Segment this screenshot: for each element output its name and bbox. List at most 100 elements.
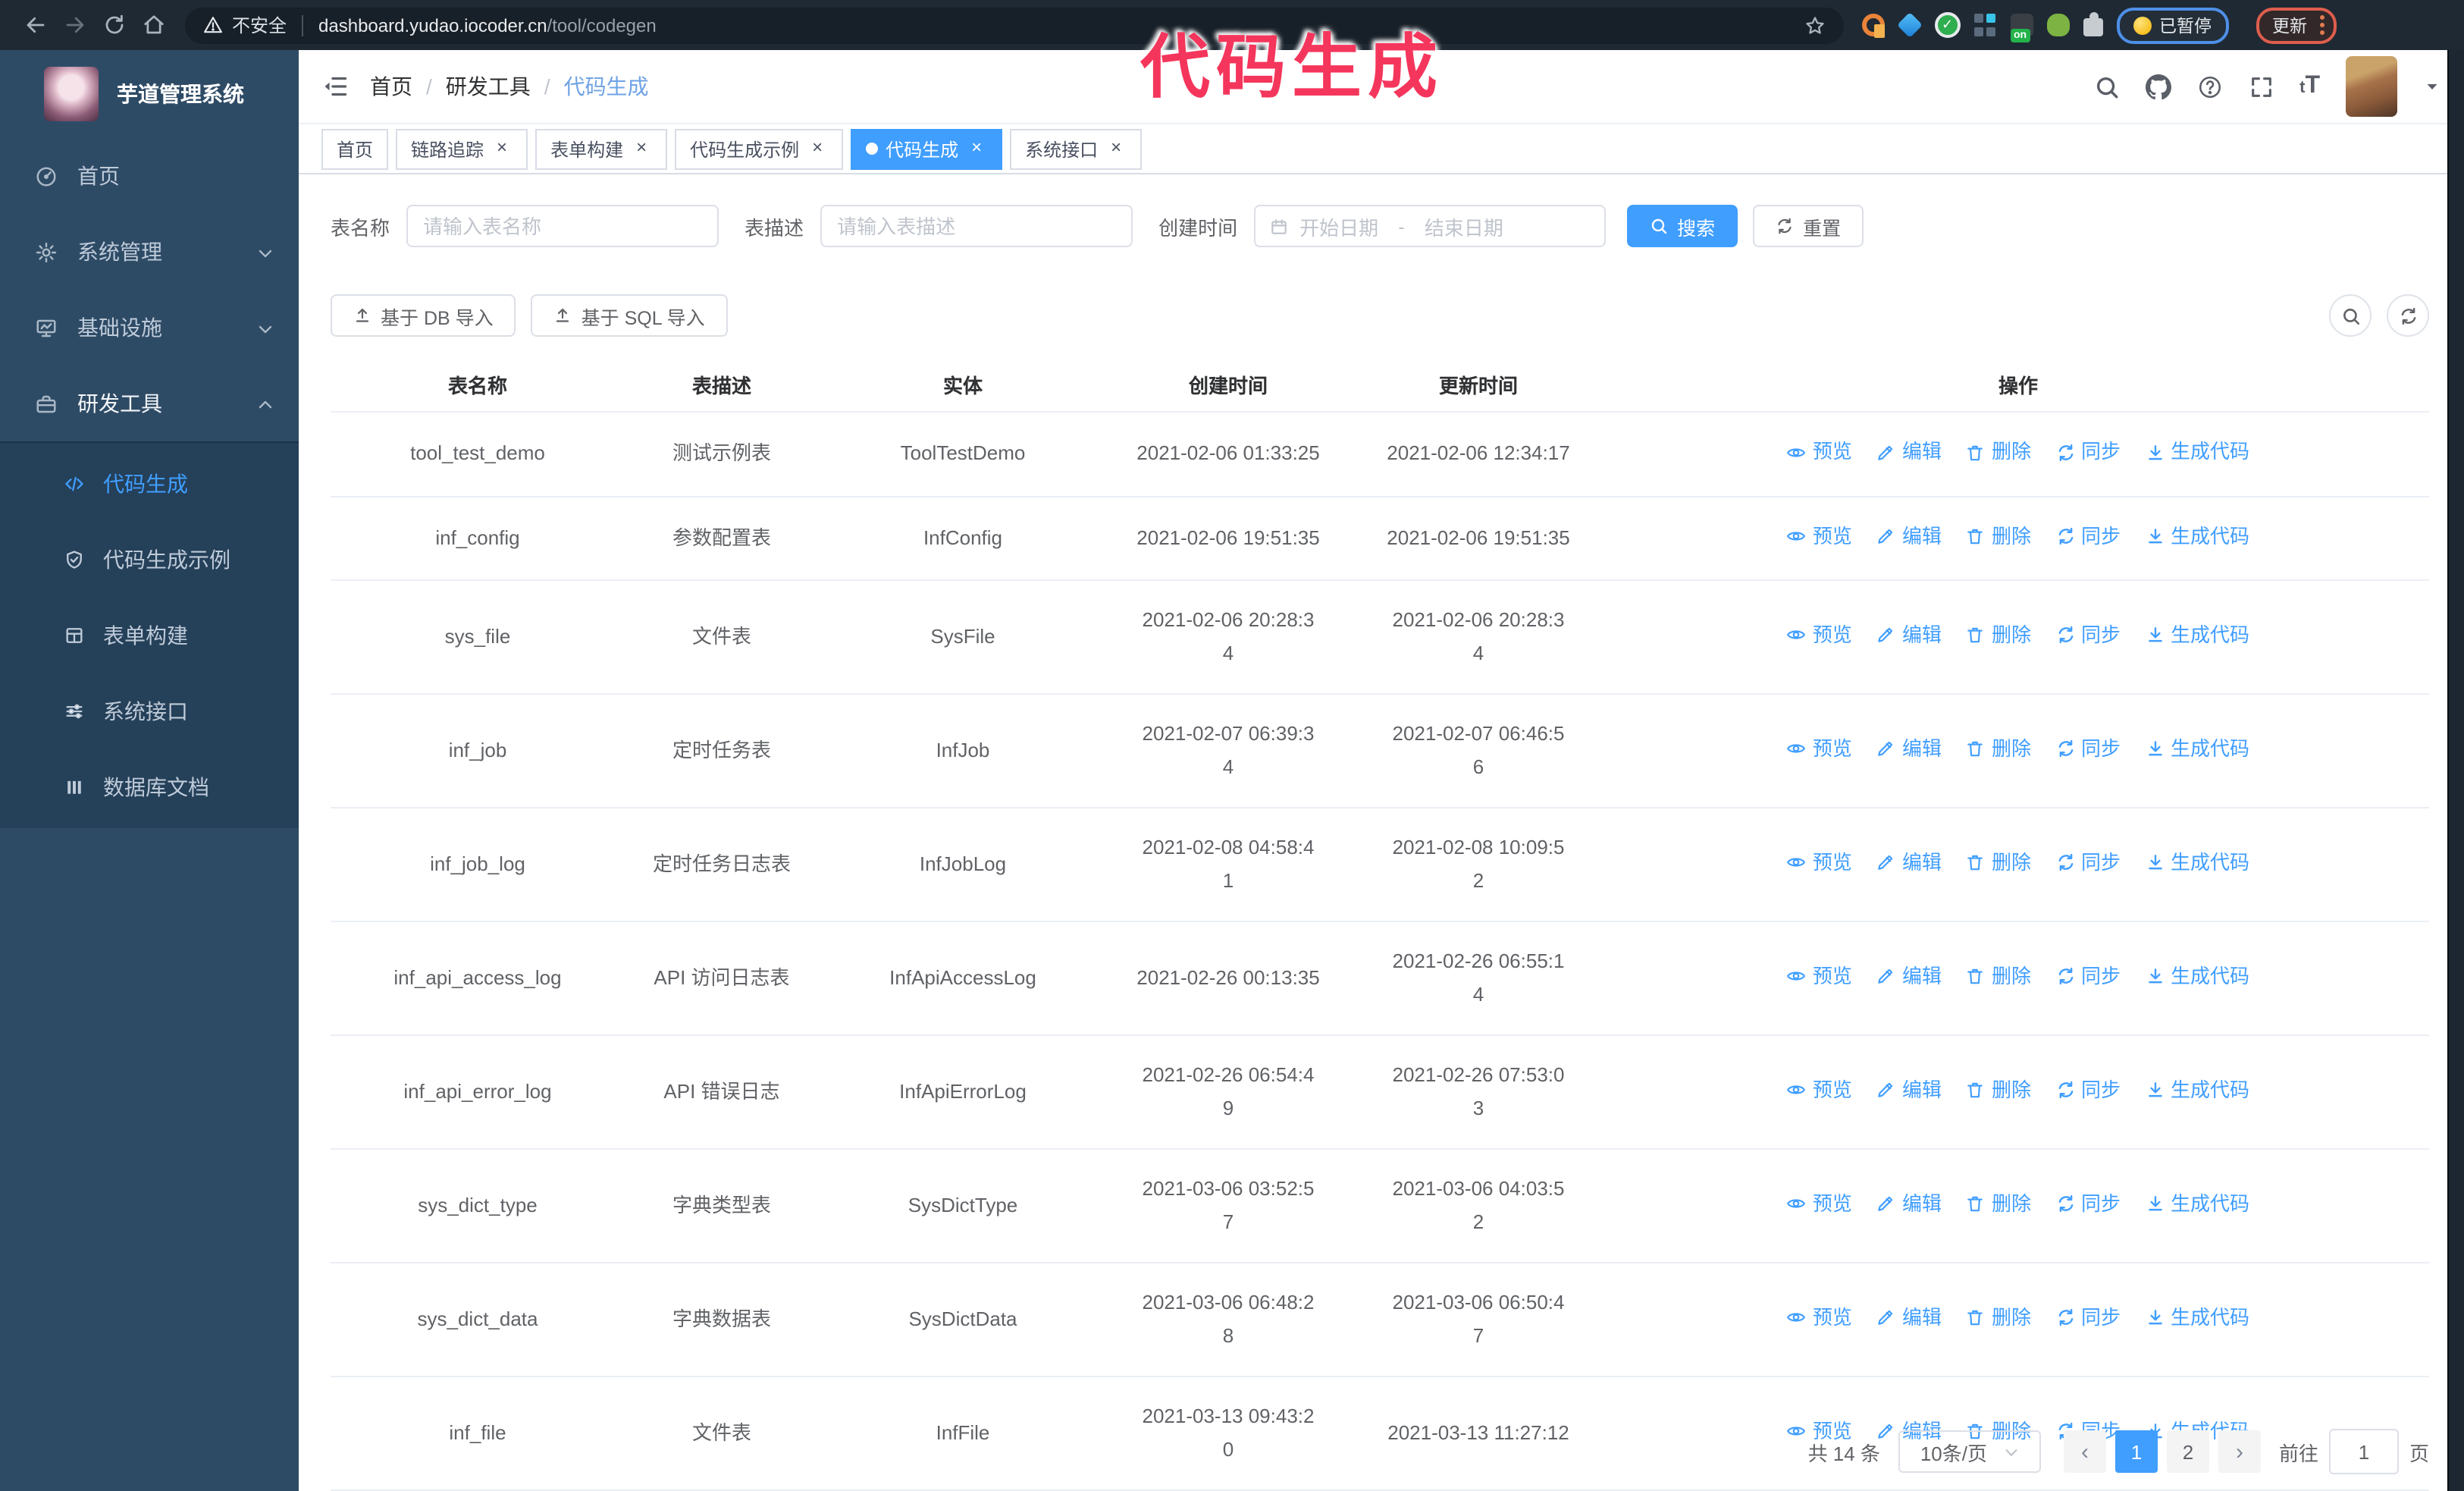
action-generate[interactable]: 生成代码 <box>2145 1301 2249 1335</box>
action-sync[interactable]: 同步 <box>2055 519 2121 553</box>
sidebar-subitem-form-builder[interactable]: 表单构建 <box>0 598 299 673</box>
sidebar-subitem-db-doc[interactable]: 数据库文档 <box>0 749 299 825</box>
action-delete[interactable]: 删除 <box>1966 960 2031 993</box>
action-sync[interactable]: 同步 <box>2055 960 2121 993</box>
insecure-warning-icon[interactable] <box>203 15 223 35</box>
paused-extension-button[interactable]: 已暂停 <box>2117 7 2228 43</box>
browser-home-button[interactable] <box>133 5 173 45</box>
sidebar-item-devtools[interactable]: 研发工具 <box>0 366 299 441</box>
action-edit[interactable]: 编辑 <box>1876 619 1942 652</box>
import-sql-button[interactable]: 基于 SQL 导入 <box>531 294 728 337</box>
tab-close-icon[interactable]: × <box>631 137 652 159</box>
action-edit[interactable]: 编辑 <box>1876 1301 1942 1335</box>
action-edit[interactable]: 编辑 <box>1876 435 1942 469</box>
reset-button[interactable]: 重置 <box>1753 205 1864 247</box>
sidebar-subitem-codegen[interactable]: 代码生成 <box>0 446 299 522</box>
extension-grid-icon[interactable] <box>1974 14 1997 36</box>
app-logo[interactable]: 芋道管理系统 <box>0 50 299 138</box>
goto-page-input[interactable] <box>2328 1429 2399 1474</box>
action-preview[interactable]: 预览 <box>1787 1074 1852 1107</box>
page-button-1[interactable]: 1 <box>2114 1430 2158 1473</box>
extension-alien-icon[interactable] <box>2047 14 2070 36</box>
prev-page-button[interactable]: ‹ <box>2063 1430 2106 1473</box>
action-delete[interactable]: 删除 <box>1966 846 2031 880</box>
font-size-icon[interactable]: tT <box>2299 73 2320 100</box>
question-icon[interactable] <box>2196 74 2222 99</box>
action-preview[interactable]: 预览 <box>1787 1188 1852 1221</box>
browser-forward-button[interactable] <box>55 5 94 45</box>
github-icon[interactable] <box>2145 74 2171 99</box>
action-preview[interactable]: 预览 <box>1787 435 1852 469</box>
action-sync[interactable]: 同步 <box>2055 1188 2121 1221</box>
action-generate[interactable]: 生成代码 <box>2145 733 2249 766</box>
tab-home[interactable]: 首页 <box>321 128 389 170</box>
date-range-picker[interactable]: 开始日期 - 结束日期 <box>1254 205 1607 247</box>
fullscreen-icon[interactable] <box>2248 74 2274 99</box>
browser-reload-button[interactable] <box>94 5 133 45</box>
browser-menu-dots-icon[interactable] <box>2319 15 2324 35</box>
action-delete[interactable]: 删除 <box>1966 1301 2031 1335</box>
action-edit[interactable]: 编辑 <box>1876 960 1942 993</box>
action-delete[interactable]: 删除 <box>1966 519 2031 553</box>
browser-update-button[interactable]: 更新 <box>2256 7 2336 43</box>
action-generate[interactable]: 生成代码 <box>2145 960 2249 993</box>
breadcrumb-item[interactable]: 研发工具 <box>446 71 531 102</box>
action-generate[interactable]: 生成代码 <box>2145 619 2249 652</box>
extension-orange-icon[interactable] <box>1862 14 1885 38</box>
action-edit[interactable]: 编辑 <box>1876 519 1942 553</box>
action-delete[interactable]: 删除 <box>1966 1188 2031 1221</box>
extension-check-icon[interactable] <box>1935 12 1961 38</box>
extension-gem-icon[interactable] <box>1897 12 1923 38</box>
action-sync[interactable]: 同步 <box>2055 846 2121 880</box>
action-generate[interactable]: 生成代码 <box>2145 1074 2249 1107</box>
avatar-menu[interactable] <box>2423 73 2441 100</box>
tab-close-icon[interactable]: × <box>491 137 513 159</box>
action-sync[interactable]: 同步 <box>2055 1301 2121 1335</box>
extension-on-icon[interactable] <box>2011 14 2033 42</box>
action-edit[interactable]: 编辑 <box>1876 1074 1942 1107</box>
tab-api[interactable]: 系统接口 × <box>1010 128 1143 170</box>
browser-scrollbar[interactable] <box>2447 50 2464 1491</box>
action-preview[interactable]: 预览 <box>1787 519 1852 553</box>
action-edit[interactable]: 编辑 <box>1876 1188 1942 1221</box>
action-generate[interactable]: 生成代码 <box>2145 435 2249 469</box>
action-delete[interactable]: 删除 <box>1966 733 2031 766</box>
start-date-placeholder[interactable]: 开始日期 <box>1299 212 1378 240</box>
avatar[interactable] <box>2346 56 2397 118</box>
end-date-placeholder[interactable]: 结束日期 <box>1425 212 1503 240</box>
action-delete[interactable]: 删除 <box>1966 619 2031 652</box>
action-generate[interactable]: 生成代码 <box>2145 1188 2249 1221</box>
sidebar-item-system[interactable]: 系统管理 <box>0 214 299 290</box>
action-preview[interactable]: 预览 <box>1787 619 1852 652</box>
sidebar-toggle[interactable] <box>321 73 349 100</box>
tab-form-builder[interactable]: 表单构建 × <box>535 128 668 170</box>
table-name-input[interactable] <box>406 205 719 247</box>
tab-tracing[interactable]: 链路追踪 × <box>396 128 528 170</box>
bookmark-star-icon[interactable] <box>1804 14 1826 36</box>
tab-close-icon[interactable]: × <box>966 137 987 159</box>
action-generate[interactable]: 生成代码 <box>2145 846 2249 880</box>
action-sync[interactable]: 同步 <box>2055 619 2121 652</box>
tab-close-icon[interactable]: × <box>1105 137 1127 159</box>
search-icon[interactable] <box>2093 74 2119 99</box>
browser-back-button[interactable] <box>15 5 55 45</box>
security-label[interactable]: 不安全 <box>232 12 287 38</box>
page-button-2[interactable]: 2 <box>2166 1430 2209 1473</box>
action-edit[interactable]: 编辑 <box>1876 733 1942 766</box>
page-url[interactable]: dashboard.yudao.iocoder.cn/tool/codegen <box>318 14 657 36</box>
toggle-search-button[interactable] <box>2329 294 2372 337</box>
action-delete[interactable]: 删除 <box>1966 1074 2031 1107</box>
action-sync[interactable]: 同步 <box>2055 1074 2121 1107</box>
extensions-puzzle-icon[interactable] <box>2083 12 2103 36</box>
sidebar-item-home[interactable]: 首页 <box>0 138 299 214</box>
action-sync[interactable]: 同步 <box>2055 435 2121 469</box>
action-generate[interactable]: 生成代码 <box>2145 519 2249 553</box>
address-bar[interactable]: 不安全 dashboard.yudao.iocoder.cn/tool/code… <box>185 7 1844 43</box>
tab-close-icon[interactable]: × <box>807 137 828 159</box>
refresh-table-button[interactable] <box>2387 294 2429 337</box>
tab-codegen-example[interactable]: 代码生成示例 × <box>675 128 844 170</box>
sidebar-item-infra[interactable]: 基础设施 <box>0 290 299 366</box>
action-preview[interactable]: 预览 <box>1787 846 1852 880</box>
action-delete[interactable]: 删除 <box>1966 435 2031 469</box>
table-desc-input[interactable] <box>820 205 1133 247</box>
